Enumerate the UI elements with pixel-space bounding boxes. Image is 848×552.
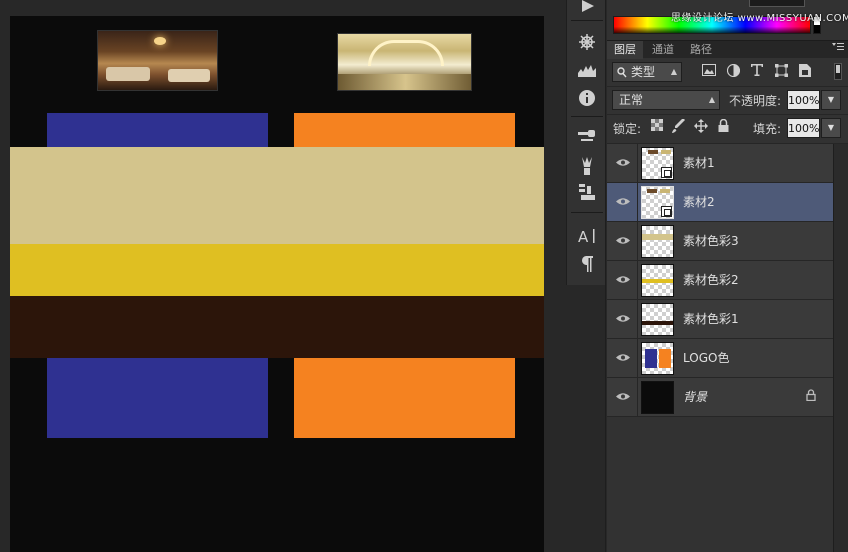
layer-material-color-3[interactable]: 素材色彩3: [607, 222, 833, 261]
layer-name: 背景: [683, 390, 708, 404]
type-filter-icon[interactable]: [749, 64, 765, 80]
eye-icon[interactable]: [615, 350, 631, 366]
chevron-updown-icon: ▲: [670, 67, 677, 76]
eye-icon[interactable]: [615, 194, 631, 210]
sofa-left: [106, 67, 150, 81]
ceiling-arch: [368, 40, 444, 66]
smart-object-icon: [661, 206, 672, 217]
layer-thumbnail: [641, 264, 674, 297]
clone-source-icon[interactable]: [574, 180, 600, 204]
layer-background[interactable]: 背景: [607, 378, 833, 417]
layer-material-1[interactable]: 素材1: [607, 144, 833, 183]
layer-thumbnail: [641, 381, 674, 414]
lock-image-pixels-icon[interactable]: [671, 118, 687, 135]
material-color-3-band: [10, 147, 544, 244]
eye-icon[interactable]: [615, 155, 631, 171]
layer-name: LOGO色: [683, 351, 730, 365]
panel-icon-strip: A: [566, 0, 606, 285]
logo-blue-swatch-top: [47, 113, 268, 148]
layer-thumbnail: [641, 147, 674, 180]
material-color-2-band: [10, 244, 544, 296]
color-value-field[interactable]: [749, 0, 805, 7]
layer-name: 素材色彩2: [683, 273, 739, 287]
opacity-input[interactable]: 100%: [787, 90, 820, 110]
lock-transparent-pixels-icon[interactable]: [649, 119, 665, 135]
layer-thumbnail: [641, 225, 674, 258]
filter-value: 类型: [631, 65, 656, 79]
interior-photo-1: [97, 30, 218, 91]
panel-menu-icon[interactable]: [832, 42, 844, 55]
chandelier: [154, 37, 166, 45]
layer-material-color-2[interactable]: 素材色彩2: [607, 261, 833, 300]
layer-name: 素材色彩1: [683, 312, 739, 326]
layer-thumbnail: [641, 186, 674, 219]
svg-text:A: A: [578, 228, 589, 244]
color-panel: 思缘设计论坛 www.MISSYUAN.COM: [607, 0, 848, 40]
tab-paths[interactable]: 路径: [683, 41, 719, 59]
tab-layers[interactable]: 图层: [607, 41, 643, 59]
smart-object-icon: [661, 167, 672, 178]
lock-position-icon[interactable]: [693, 119, 709, 135]
eye-icon[interactable]: [615, 389, 631, 405]
eye-icon[interactable]: [615, 311, 631, 327]
blend-mode-dropdown[interactable]: 正常 ▲: [612, 90, 720, 110]
opacity-dropdown-arrow[interactable]: ▼: [821, 90, 841, 110]
logo-orange-swatch-bottom: [294, 358, 515, 438]
navigator-wheel-icon[interactable]: [574, 30, 600, 54]
layer-filter-dropdown[interactable]: 类型 ▲: [612, 62, 682, 82]
brush-presets-icon[interactable]: [574, 124, 600, 148]
image-filter-icon[interactable]: [701, 64, 717, 80]
layer-thumbnail: [641, 342, 674, 375]
filter-toggle-switch[interactable]: [834, 63, 842, 80]
fill-label: 填充:: [753, 122, 782, 136]
blend-mode-value: 正常: [619, 93, 644, 107]
layers-list: 素材1 素材2 素材色彩3 素材色彩2 素材色彩1 LOGO色 背景: [607, 144, 833, 418]
layers-panel-column: 思缘设计论坛 www.MISSYUAN.COM 图层 通道 路径 类型 ▲ 正常…: [607, 0, 848, 552]
logo-orange-swatch-top: [294, 113, 515, 148]
layers-list-empty-area[interactable]: [607, 418, 833, 552]
histogram-icon[interactable]: [574, 58, 600, 82]
search-icon: [617, 67, 627, 78]
eye-icon[interactable]: [615, 233, 631, 249]
panel-tabs: 图层 通道 路径: [607, 40, 848, 59]
logo-blue-swatch-bottom: [47, 358, 268, 438]
sofa-right: [168, 69, 210, 82]
layers-scrollbar[interactable]: [833, 144, 848, 552]
paragraph-panel-icon[interactable]: [574, 252, 600, 276]
chevron-updown-icon: ▲: [708, 95, 715, 104]
lock-all-icon[interactable]: [715, 118, 731, 135]
eye-icon[interactable]: [615, 272, 631, 288]
layer-name: 素材2: [683, 195, 715, 209]
shape-filter-icon[interactable]: [773, 64, 789, 80]
adjustment-filter-icon[interactable]: [725, 63, 741, 80]
lobby-floor: [338, 74, 471, 90]
tab-channels[interactable]: 通道: [645, 41, 681, 59]
document-canvas[interactable]: [10, 16, 544, 552]
lock-icon: [803, 389, 819, 405]
layer-name: 素材色彩3: [683, 234, 739, 248]
layer-name: 素材1: [683, 156, 715, 170]
fill-input[interactable]: 100%: [787, 118, 820, 138]
layer-logo-color[interactable]: LOGO色: [607, 339, 833, 378]
play-action-icon[interactable]: [574, 0, 600, 18]
layer-thumbnail: [641, 303, 674, 336]
opacity-label: 不透明度:: [729, 94, 782, 108]
layer-material-2[interactable]: 素材2: [607, 183, 833, 222]
brush-icon[interactable]: [574, 154, 600, 178]
smart-object-filter-icon[interactable]: [797, 64, 813, 80]
character-panel-icon[interactable]: A: [574, 224, 600, 248]
fill-dropdown-arrow[interactable]: ▼: [821, 118, 841, 138]
lock-label: 锁定:: [613, 122, 642, 136]
layer-material-color-1[interactable]: 素材色彩1: [607, 300, 833, 339]
panel-dock-empty: [566, 285, 606, 552]
interior-photo-2: [337, 33, 472, 91]
canvas-area[interactable]: [0, 0, 566, 552]
info-icon[interactable]: [574, 86, 600, 110]
watermark-text: 思缘设计论坛 www.MISSYUAN.COM: [671, 13, 848, 24]
material-color-1-band: [10, 296, 544, 358]
